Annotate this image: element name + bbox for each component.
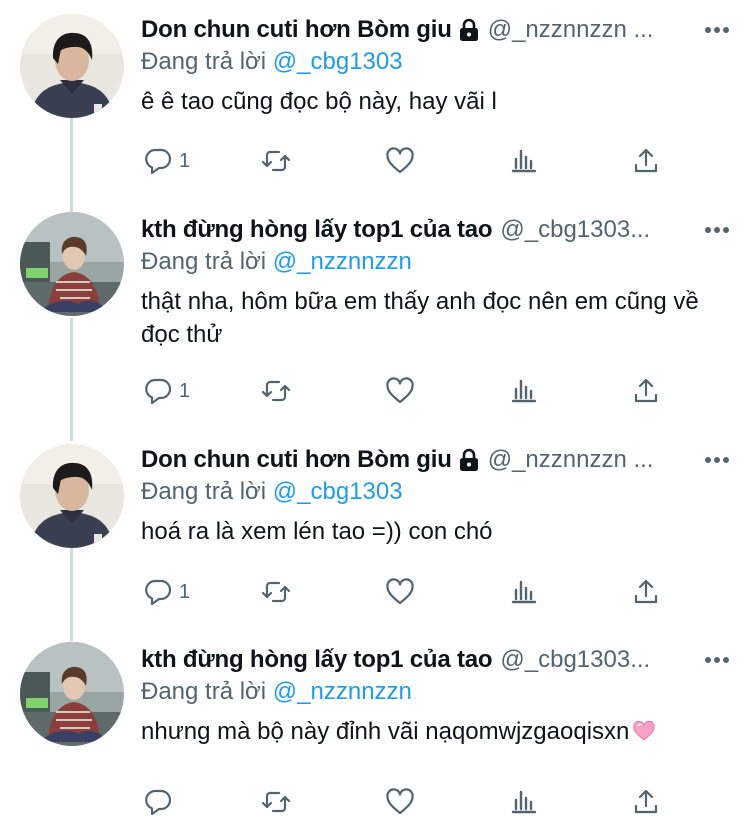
heart-icon <box>386 147 414 174</box>
views-icon <box>511 790 537 814</box>
like-button[interactable] <box>385 784 415 820</box>
tweet-actions <box>141 784 661 820</box>
thread-line <box>70 548 73 641</box>
retweet-button[interactable] <box>261 574 291 610</box>
tweet-text-body: nhưng mà bộ này đỉnh vãi nạqomwjzgaoqisx… <box>141 718 630 745</box>
views-button[interactable] <box>509 784 539 820</box>
views-icon <box>511 149 537 173</box>
views-button[interactable] <box>509 143 539 179</box>
replying-label: Đang trả lời <box>141 478 267 505</box>
display-name[interactable]: kth đừng hòng lấy top1 của tao <box>141 216 493 244</box>
views-icon <box>511 580 537 604</box>
share-icon <box>634 579 658 604</box>
reply-button[interactable]: 1 <box>143 574 190 610</box>
more-icon[interactable] <box>694 648 730 672</box>
mention-link[interactable]: @_cbg1303 <box>273 478 403 505</box>
reply-icon <box>145 789 172 816</box>
retweet-button[interactable] <box>261 373 291 409</box>
heart-icon <box>386 377 414 404</box>
user-handle[interactable]: @_cbg1303... <box>500 646 690 674</box>
thread-line <box>70 118 73 213</box>
like-button[interactable] <box>385 143 415 179</box>
avatar[interactable] <box>20 444 124 548</box>
reply-count: 1 <box>179 580 191 603</box>
share-button[interactable] <box>631 373 661 409</box>
tweet-actions: 1 <box>141 574 661 610</box>
reply-button[interactable]: 1 <box>143 373 190 409</box>
tweet-header: kth đừng hòng lấy top1 của tao @_cbg1303… <box>141 642 730 678</box>
avatar[interactable] <box>20 212 124 316</box>
tweet-header: Don chun cuti hơn Bòm giu @_nzznnzzn ... <box>141 442 730 478</box>
retweet-icon <box>261 581 291 603</box>
tweet-text: thật nha, hôm bữa em thấy anh đọc nên em… <box>141 288 699 348</box>
display-name[interactable]: Don chun cuti hơn Bòm giu <box>141 16 452 44</box>
views-button[interactable] <box>509 373 539 409</box>
like-button[interactable] <box>385 574 415 610</box>
replying-label: Đang trả lời <box>141 48 267 75</box>
heart-icon <box>386 578 414 605</box>
share-button[interactable] <box>631 784 661 820</box>
retweet-icon <box>261 791 291 813</box>
share-button[interactable] <box>631 574 661 610</box>
pink-heart-emoji <box>633 720 655 741</box>
reply-button[interactable]: 1 <box>143 143 190 179</box>
avatar[interactable] <box>20 642 124 746</box>
heart-icon <box>386 788 414 815</box>
retweet-button[interactable] <box>261 784 291 820</box>
tweet-text: ê ê tao cũng đọc bộ này, hay vãi l <box>141 88 497 115</box>
tweet-text: hoá ra là xem lén tao =)) con chó <box>141 518 493 545</box>
avatar[interactable] <box>20 14 124 118</box>
retweet-icon <box>261 150 291 172</box>
replying-to: Đang trả lời @_nzznnzzn <box>141 248 730 278</box>
thread-line <box>70 318 73 441</box>
tweet-header: kth đừng hòng lấy top1 của tao @_cbg1303… <box>141 212 730 248</box>
display-name[interactable]: Don chun cuti hơn Bòm giu <box>141 446 452 474</box>
mention-link[interactable]: @_cbg1303 <box>273 48 403 75</box>
mention-link[interactable]: @_nzznnzzn <box>273 248 412 275</box>
lock-icon <box>459 448 478 471</box>
user-handle[interactable]: @_nzznnzzn ... <box>488 16 690 44</box>
views-icon <box>511 379 537 403</box>
replying-label: Đang trả lời <box>141 678 267 705</box>
retweet-button[interactable] <box>261 143 291 179</box>
more-icon[interactable] <box>694 218 730 242</box>
reply-icon <box>145 148 172 175</box>
reply-icon <box>145 378 172 405</box>
tweet-actions: 1 <box>141 373 661 409</box>
mention-link[interactable]: @_nzznnzzn <box>273 678 412 705</box>
lock-icon <box>459 18 478 41</box>
share-button[interactable] <box>631 143 661 179</box>
tweet-actions: 1 <box>141 143 661 179</box>
like-button[interactable] <box>385 373 415 409</box>
reply-count: 1 <box>179 149 191 172</box>
more-icon[interactable] <box>694 18 730 42</box>
views-button[interactable] <box>509 574 539 610</box>
replying-to: Đang trả lời @_cbg1303 <box>141 478 730 508</box>
reply-button[interactable] <box>143 784 173 820</box>
replying-to: Đang trả lời @_nzznnzzn <box>141 678 730 708</box>
more-icon[interactable] <box>694 448 730 472</box>
display-name[interactable]: kth đừng hòng lấy top1 của tao <box>141 646 493 674</box>
user-handle[interactable]: @_cbg1303... <box>500 216 690 244</box>
tweet-text: nhưng mà bộ này đỉnh vãi nạqomwjzgaoqisx… <box>141 715 730 748</box>
replying-label: Đang trả lời <box>141 248 267 275</box>
tweet-header: Don chun cuti hơn Bòm giu @_nzznnzzn ... <box>141 12 730 48</box>
replying-to: Đang trả lời @_cbg1303 <box>141 48 730 78</box>
retweet-icon <box>261 380 291 402</box>
reply-icon <box>145 579 172 606</box>
share-icon <box>634 148 658 173</box>
share-icon <box>634 378 658 403</box>
user-handle[interactable]: @_nzznnzzn ... <box>488 446 690 474</box>
reply-count: 1 <box>179 379 191 402</box>
share-icon <box>634 789 658 814</box>
